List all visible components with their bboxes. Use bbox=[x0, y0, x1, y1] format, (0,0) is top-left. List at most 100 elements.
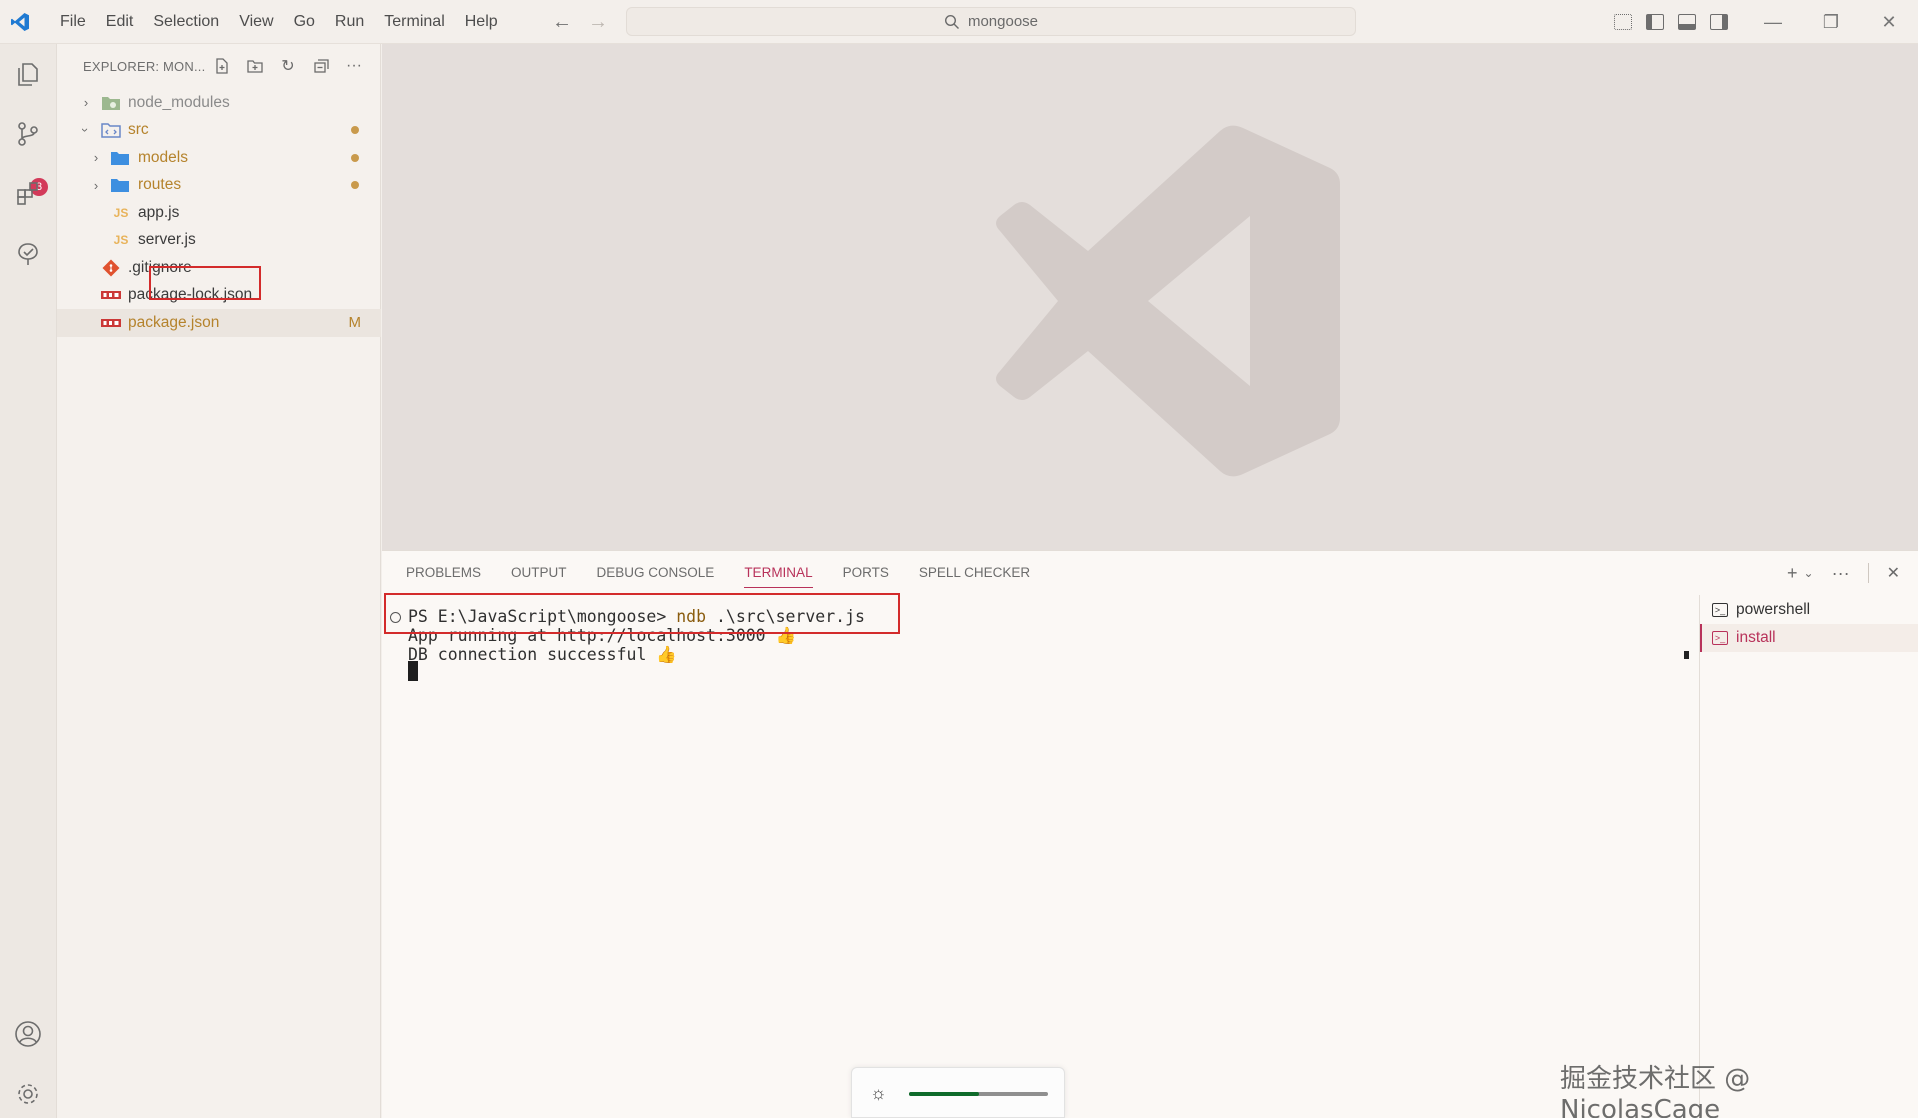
tree-item-server-js[interactable]: JS server.js bbox=[57, 227, 381, 255]
menu-go[interactable]: Go bbox=[284, 0, 325, 44]
tree-item-label: routes bbox=[138, 176, 182, 194]
modified-dot bbox=[351, 181, 359, 190]
javascript-file-icon: JS bbox=[113, 233, 129, 248]
collapse-all-icon[interactable] bbox=[311, 56, 331, 76]
tree-item-label: src bbox=[128, 121, 149, 139]
git-file-icon bbox=[101, 259, 121, 277]
tree-item-label: server.js bbox=[138, 231, 196, 249]
annotation-highlight-server-js bbox=[149, 266, 261, 300]
menu-selection[interactable]: Selection bbox=[143, 0, 229, 44]
extensions-icon[interactable] bbox=[12, 178, 44, 210]
brightness-flyout: ☼ bbox=[851, 1067, 1065, 1118]
tree-item-label: app.js bbox=[138, 203, 180, 221]
node-folder-icon bbox=[101, 94, 121, 112]
tree-item-app-js[interactable]: JS app.js bbox=[57, 199, 381, 227]
bottom-panel: PROBLEMS OUTPUT DEBUG CONSOLE TERMINAL P… bbox=[382, 550, 1918, 1118]
forward-arrow-icon[interactable]: → bbox=[588, 11, 608, 34]
menu-edit[interactable]: Edit bbox=[96, 0, 144, 44]
refresh-icon[interactable]: ↻ bbox=[278, 56, 298, 76]
accounts-icon[interactable] bbox=[12, 1018, 44, 1050]
terminal-scroll-marker bbox=[1684, 651, 1689, 659]
chevron-right-icon: › bbox=[93, 150, 99, 166]
toggle-panel-icon[interactable] bbox=[1678, 14, 1696, 30]
terminal-session-powershell[interactable]: >_ powershell bbox=[1700, 596, 1918, 624]
annotation-highlight-command bbox=[384, 593, 900, 634]
folder-icon bbox=[110, 176, 130, 194]
restore-icon[interactable]: ❐ bbox=[1802, 0, 1860, 44]
new-terminal-plus-icon[interactable]: + bbox=[1787, 563, 1798, 584]
more-actions-icon[interactable]: ··· bbox=[1832, 563, 1850, 584]
modified-dot bbox=[351, 153, 359, 162]
vscode-logo-icon bbox=[0, 0, 40, 44]
brightness-slider-fill bbox=[909, 1092, 979, 1096]
npm-file-icon bbox=[101, 286, 121, 304]
tree-item-models[interactable]: › models bbox=[57, 144, 381, 172]
tab-terminal[interactable]: TERMINAL bbox=[744, 551, 813, 595]
watermark-credit: 掘金技术社区 @ NicolasCage bbox=[1560, 1064, 1751, 1118]
window-controls: — ❐ ✕ bbox=[1744, 0, 1918, 44]
terminal-session-label: powershell bbox=[1736, 601, 1811, 618]
toggle-secondary-sidebar-icon[interactable] bbox=[1710, 14, 1728, 30]
terminal-icon: >_ bbox=[1712, 603, 1728, 617]
terminal-icon: >_ bbox=[1712, 631, 1728, 645]
explorer-sidebar: EXPLORER: MON... ↻ ··· › node_modules › … bbox=[57, 44, 381, 1118]
layout-controls bbox=[1614, 0, 1728, 44]
modified-dot bbox=[351, 126, 359, 135]
tab-debug-console[interactable]: DEBUG CONSOLE bbox=[597, 551, 715, 595]
tree-item-src[interactable]: › src bbox=[57, 117, 381, 145]
divider bbox=[1867, 563, 1869, 583]
terminal-session-label: install bbox=[1736, 629, 1776, 646]
javascript-file-icon: JS bbox=[113, 205, 129, 220]
panel-actions: + ⌄ ··· ✕ bbox=[1787, 551, 1900, 595]
menu-run[interactable]: Run bbox=[325, 0, 374, 44]
tree-item-routes[interactable]: › routes bbox=[57, 172, 381, 200]
customize-layout-icon[interactable] bbox=[1614, 14, 1632, 30]
panel-tabs: PROBLEMS OUTPUT DEBUG CONSOLE TERMINAL P… bbox=[406, 551, 1030, 595]
vscode-watermark-icon bbox=[996, 125, 1340, 477]
explorer-actions: ↻ ··· bbox=[212, 44, 364, 88]
terminal-session-list: >_ powershell >_ install bbox=[1699, 595, 1918, 1118]
menu-terminal[interactable]: Terminal bbox=[374, 0, 454, 44]
terminal-session-install[interactable]: >_ install bbox=[1700, 624, 1918, 652]
new-file-icon[interactable] bbox=[212, 56, 232, 76]
explorer-header: EXPLORER: MON... ↻ ··· bbox=[57, 44, 380, 88]
folder-icon bbox=[110, 149, 130, 167]
menu-view[interactable]: View bbox=[229, 0, 283, 44]
explorer-icon[interactable] bbox=[12, 58, 44, 90]
menu-file[interactable]: File bbox=[50, 0, 96, 44]
source-control-icon[interactable] bbox=[12, 118, 44, 150]
navigation-arrows: ← → bbox=[552, 0, 608, 44]
tab-ports[interactable]: PORTS bbox=[843, 551, 889, 595]
tab-problems[interactable]: PROBLEMS bbox=[406, 551, 481, 595]
chevron-down-icon: › bbox=[78, 128, 94, 133]
terminal-output[interactable]: PS E:\JavaScript\mongoose> ndb .\src\ser… bbox=[382, 593, 1698, 1118]
git-status-modified: M bbox=[348, 314, 362, 332]
terminal-cursor bbox=[408, 661, 418, 681]
command-center-search[interactable]: mongoose bbox=[626, 7, 1356, 36]
tree-item-package-json[interactable]: package.json M bbox=[57, 309, 381, 337]
src-folder-icon bbox=[101, 121, 121, 139]
chevron-right-icon: › bbox=[83, 95, 89, 111]
new-folder-icon[interactable] bbox=[245, 56, 265, 76]
menu-help[interactable]: Help bbox=[455, 0, 508, 44]
close-panel-icon[interactable]: ✕ bbox=[1887, 563, 1900, 583]
brightness-slider[interactable] bbox=[909, 1092, 1048, 1096]
explorer-title: EXPLORER: MON... bbox=[83, 58, 206, 74]
tree-item-label: node_modules bbox=[128, 93, 230, 111]
testing-icon[interactable] bbox=[12, 238, 44, 270]
more-actions-icon[interactable]: ··· bbox=[344, 56, 364, 76]
tree-item-label: package.json bbox=[128, 313, 220, 331]
back-arrow-icon[interactable]: ← bbox=[552, 11, 572, 34]
title-bar: File Edit Selection View Go Run Terminal… bbox=[0, 0, 1918, 44]
terminal-output-line: DB connection successful 👍 bbox=[408, 645, 677, 664]
toggle-primary-sidebar-icon[interactable] bbox=[1646, 14, 1664, 30]
minimize-icon[interactable]: — bbox=[1744, 0, 1802, 44]
tab-output[interactable]: OUTPUT bbox=[511, 551, 567, 595]
tree-item-node-modules[interactable]: › node_modules bbox=[57, 89, 381, 117]
npm-file-icon bbox=[101, 314, 121, 332]
manage-gear-icon[interactable] bbox=[12, 1078, 44, 1110]
close-window-icon[interactable]: ✕ bbox=[1860, 0, 1918, 44]
chevron-down-icon[interactable]: ⌄ bbox=[1804, 566, 1814, 580]
tab-spell-checker[interactable]: SPELL CHECKER bbox=[919, 551, 1030, 595]
search-icon bbox=[944, 14, 959, 29]
